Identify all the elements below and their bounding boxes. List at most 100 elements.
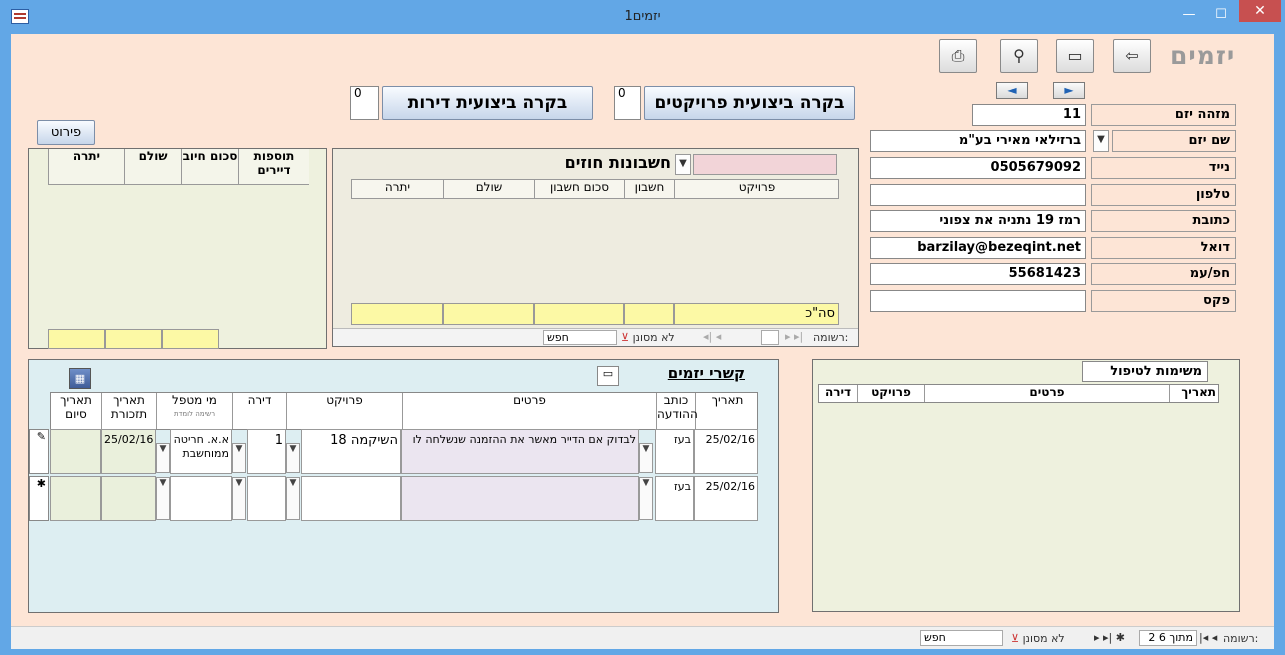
nav-next-last-icon[interactable]: ▸ ▸|	[785, 330, 803, 343]
close-button[interactable]: ✕	[1239, 0, 1281, 22]
contact-apartment-cell[interactable]	[247, 476, 286, 521]
contact-apartment-cell[interactable]: 1	[247, 429, 286, 474]
contact-project-cell[interactable]: השיקמה 18	[301, 429, 401, 474]
col-balance: יתרה	[384, 180, 411, 194]
apartments-count-field[interactable]: 0	[350, 86, 379, 120]
apartment-dropdown[interactable]: ▼	[232, 477, 246, 520]
col-paid: שולם	[443, 180, 534, 198]
col-tenant-additions: תוספות דיירים	[238, 149, 309, 184]
apartments-check-button[interactable]: בקרה ביצועית דירות	[382, 86, 593, 120]
phone-field[interactable]	[870, 184, 1086, 206]
email-field[interactable]: barzilay@bezeqint.net	[870, 237, 1086, 259]
report-button[interactable]: ⎙	[939, 39, 977, 73]
projects-count-field[interactable]: 0	[614, 86, 641, 120]
field-label-mobile: נייד	[1091, 157, 1236, 179]
filter-off-icon: ⊻	[1011, 632, 1020, 645]
developer-name-field[interactable]: ברזילאי מאירי בע"מ	[870, 130, 1086, 152]
apartment-dropdown[interactable]: ▼	[232, 443, 246, 473]
contact-handler-cell[interactable]	[170, 476, 232, 521]
contact-details-cell[interactable]: לבדוק אם הדייר מאשר את ההזמנה שנשלחה לו	[401, 429, 639, 474]
accounts-filter-field[interactable]	[693, 154, 837, 175]
calendar-button[interactable]: ▦	[69, 368, 91, 389]
tasks-title: משימות לטיפול	[1082, 361, 1208, 382]
handler-dropdown[interactable]: ▼	[156, 443, 170, 473]
writer-dropdown[interactable]: ▼	[639, 443, 653, 473]
filter-status[interactable]: ⊻ לא מסונן	[1011, 632, 1065, 645]
exit-button[interactable]: ⇦	[1113, 39, 1151, 73]
row-selector-new[interactable]: ✱	[29, 476, 49, 521]
project-dropdown[interactable]: ▼	[286, 477, 300, 520]
address-field[interactable]: רמז 19 נתניה את צפוני	[870, 210, 1086, 232]
new-record-icon: ▭	[602, 367, 614, 380]
title-bar: יזמים1 — ☐ ✕	[0, 0, 1285, 34]
contact-reminder-cell[interactable]: 25/02/16	[101, 429, 156, 474]
accounts-record-navigator: רשומה: ◂| ◂ ▸ ▸| ⊻ לא מסונן חפש	[333, 328, 858, 346]
accounts-header: פרויקט חשבון סכום חשבון שולם יתרה	[351, 179, 839, 199]
field-label-email: דואל	[1091, 237, 1236, 259]
projects-check-button[interactable]: בקרה ביצועית פרויקטים	[644, 86, 855, 120]
developer-contacts-panel: קשרי יזמים ▭ ▦ תאריך כותב ההודעה פרטים פ…	[28, 359, 779, 613]
nav-next-last-new-icon[interactable]: ▸ ▸| ✱	[1094, 631, 1125, 644]
contact-end-date-cell[interactable]	[50, 429, 101, 474]
chevron-down-icon: ▼	[1097, 134, 1105, 145]
company-id-field[interactable]: 55681423	[870, 263, 1086, 285]
search-field[interactable]: חפש	[920, 630, 1003, 646]
contract-accounts-panel: ▼ חשבונות חוזים פרויקט חשבון סכום חשבון …	[332, 148, 859, 347]
filter-label: לא מסונן	[1022, 632, 1065, 645]
maximize-button[interactable]: ☐	[1207, 4, 1235, 26]
tenant-additions-panel: תוספות דיירים סכום חיוב שולם יתרה	[28, 148, 327, 349]
total-cell	[351, 303, 443, 325]
col-handler-sub: רשימה לומדת	[173, 410, 216, 418]
contact-writer-cell[interactable]: בעז	[655, 476, 694, 521]
fax-field[interactable]	[870, 290, 1086, 312]
contact-writer-cell[interactable]: בעז	[655, 429, 694, 474]
nav-first-prev-icon[interactable]: ◂| ◂	[703, 330, 721, 343]
prev-record-button[interactable]: ◄	[996, 82, 1028, 99]
filter-off-icon: ⊻	[621, 331, 630, 344]
details-button[interactable]: פירוט	[37, 120, 95, 145]
contact-date-cell[interactable]: 25/02/16	[694, 476, 758, 521]
form-heading: יזמים	[1170, 41, 1236, 70]
chevron-down-icon: ▼	[235, 444, 243, 454]
row-selector[interactable]: ✎	[29, 429, 49, 474]
accounts-filter-dropdown[interactable]: ▼	[675, 154, 691, 175]
col-project: פרויקט	[857, 385, 924, 402]
mobile-field[interactable]: 0505679092	[870, 157, 1086, 179]
chevron-down-icon: ▼	[642, 444, 650, 454]
handler-dropdown[interactable]: ▼	[156, 477, 170, 520]
contact-end-date-cell[interactable]	[50, 476, 101, 521]
nav-first-prev-icon[interactable]: |◂ ◂	[1199, 631, 1217, 644]
field-label-phone: טלפון	[1091, 184, 1236, 206]
project-dropdown[interactable]: ▼	[286, 443, 300, 473]
field-label-name: שם יזם	[1112, 130, 1236, 152]
tasks-panel: משימות לטיפול תאריך פרטים פרויקט דירה	[812, 359, 1240, 612]
contact-handler-cell[interactable]: א.א. חריטה ממוחשבת	[170, 429, 232, 474]
chevron-down-icon: ▼	[159, 444, 167, 454]
writer-dropdown[interactable]: ▼	[639, 477, 653, 520]
total-cell	[162, 329, 219, 349]
contact-details-cell[interactable]	[401, 476, 639, 521]
tenant-additions-header: תוספות דיירים סכום חיוב שולם יתרה	[48, 149, 309, 185]
exit-icon: ⇦	[1125, 46, 1139, 65]
search-field[interactable]: חפש	[543, 330, 617, 345]
record-position-field[interactable]: 2 מתוך 6	[1139, 630, 1197, 646]
record-number-field[interactable]	[761, 330, 779, 345]
col-project: פרויקט	[286, 393, 402, 429]
name-dropdown[interactable]: ▼	[1093, 130, 1109, 152]
new-contact-button[interactable]: ▭	[597, 366, 619, 386]
col-paid: שולם	[124, 149, 181, 184]
contact-reminder-cell[interactable]	[101, 476, 156, 521]
new-record-button[interactable]: ▭	[1056, 39, 1094, 73]
minimize-button[interactable]: —	[1175, 4, 1203, 26]
contact-project-cell[interactable]	[301, 476, 401, 521]
col-end-date: תאריך סיום	[60, 393, 92, 421]
col-project: פרויקט	[674, 180, 839, 198]
field-label-fax: פקס	[1091, 290, 1236, 312]
find-button[interactable]: ⚲	[1000, 39, 1038, 73]
contact-date-cell[interactable]: 25/02/16	[694, 429, 758, 474]
filter-status[interactable]: ⊻ לא מסונן	[621, 331, 675, 344]
developer-id-field[interactable]: 11	[972, 104, 1086, 126]
form-record-navigator: רשומה: |◂ ◂ 2 מתוך 6 ▸ ▸| ✱ ⊻ לא מסונן ח…	[11, 626, 1274, 649]
next-record-button[interactable]: ►	[1053, 82, 1085, 99]
col-handler: מי מטפל רשימה לומדת	[156, 393, 232, 429]
